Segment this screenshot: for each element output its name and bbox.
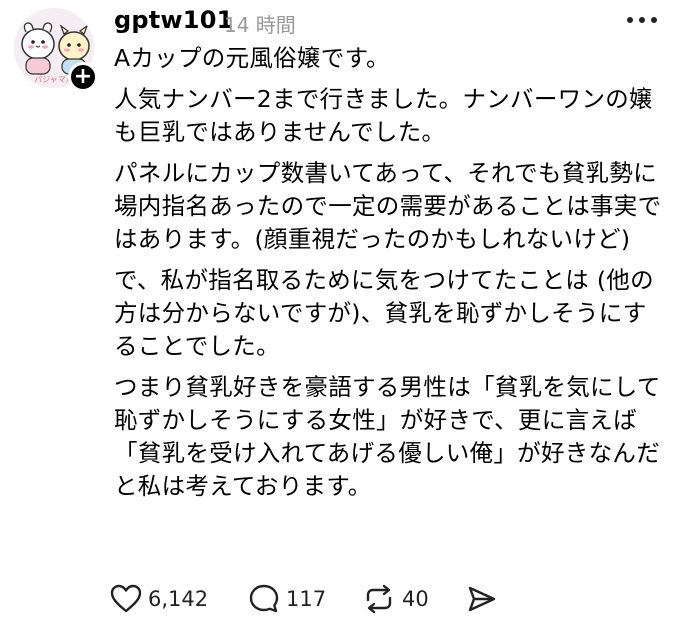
post-paragraph: 人気ナンバー2まで行きました。ナンバーワンの嬢も巨乳ではありませんでした。 (114, 85, 653, 146)
post-body: Aカップの元風俗嬢です。 人気ナンバー2まで行きました。ナンバーワンの嬢も巨乳で… (114, 42, 664, 511)
reply-button[interactable]: 117 (248, 582, 326, 616)
repost-arrows-icon (362, 583, 396, 615)
repost-count: 40 (402, 587, 429, 611)
reply-count: 117 (286, 587, 327, 611)
share-button[interactable] (466, 582, 498, 616)
post-paragraph: で、私が指名取るために気をつけてたことは (他の方は分からないですが)、貧乳を恥… (114, 266, 654, 360)
follow-plus-button[interactable]: + (68, 62, 98, 92)
heart-icon (110, 584, 142, 614)
like-button[interactable]: 6,142 (110, 582, 208, 616)
repost-button[interactable]: 40 (362, 582, 429, 616)
avatar-container[interactable]: パジャマパ + (14, 8, 98, 92)
send-icon (466, 583, 498, 615)
username[interactable]: gptw101 (114, 6, 234, 34)
more-dots-icon[interactable] (624, 10, 660, 30)
post-paragraph: つまり貧乳好きを豪語する男性は「貧乳を気にして恥ずかしそうにする女性」が好きで、… (114, 373, 661, 500)
timestamp: 14 時間 (224, 13, 296, 37)
post-paragraph: パネルにカップ数書いてあって、それでも貧乳勢に場内指名あったので一定の需要がある… (114, 159, 662, 253)
speech-bubble-icon (248, 583, 280, 615)
like-count: 6,142 (148, 587, 209, 611)
action-bar: 6,142 117 40 (110, 582, 530, 616)
post-paragraph: Aカップの元風俗嬢です。 (114, 44, 390, 72)
